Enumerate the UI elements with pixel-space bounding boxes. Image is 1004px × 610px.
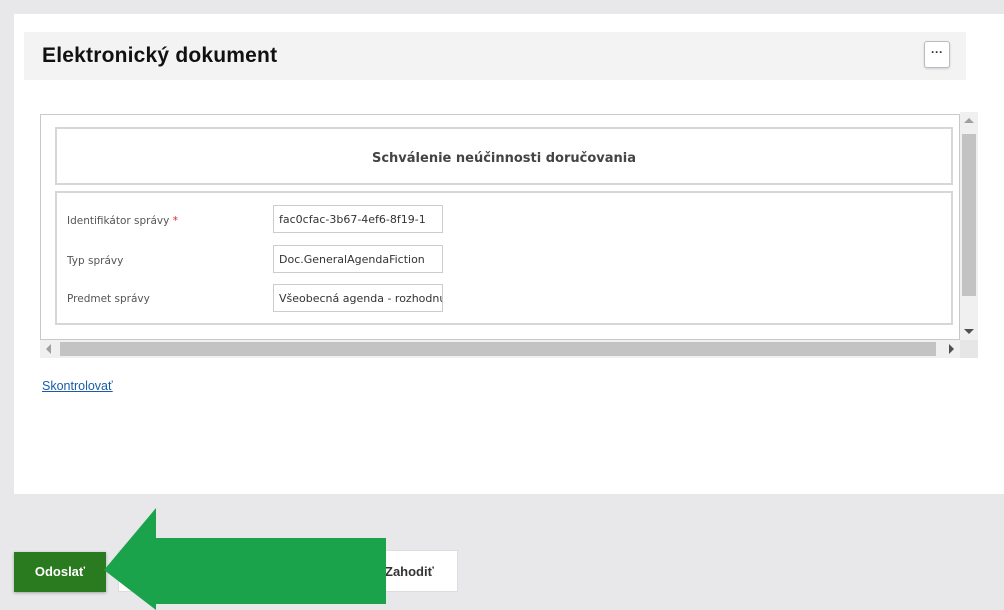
send-button[interactable]: Odoslať: [14, 552, 106, 592]
document-header: Elektronický dokument ···: [24, 32, 966, 80]
horizontal-scrollbar[interactable]: [40, 340, 960, 358]
scroll-up-icon[interactable]: [964, 118, 974, 123]
field-label-type: Typ správy: [67, 255, 124, 267]
identifier-field[interactable]: fac0cfac-3b67-4ef6-8f19-1: [273, 205, 443, 233]
scrollbar-corner: [960, 340, 978, 358]
field-label-identifier: Identifikátor správy *: [67, 215, 178, 227]
top-strip: [0, 0, 1004, 14]
form-title: Schválenie neúčinnosti doručovania: [371, 151, 637, 166]
fields-box: Identifikátor správy * fac0cfac-3b67-4ef…: [55, 191, 953, 325]
form-title-box: Schválenie neúčinnosti doručovania: [55, 127, 953, 185]
required-marker: *: [172, 215, 178, 227]
form-canvas: Schválenie neúčinnosti doručovania Ident…: [40, 114, 960, 340]
field-label-subject: Predmet správy: [67, 293, 150, 305]
check-link[interactable]: Skontrolovať: [42, 379, 113, 393]
scroll-left-icon[interactable]: [46, 344, 51, 354]
vertical-scrollbar[interactable]: [960, 112, 978, 340]
arrow-shape: [104, 508, 386, 610]
vertical-scroll-thumb[interactable]: [962, 134, 976, 296]
form-viewer: Schválenie neúčinnosti doručovania Ident…: [40, 112, 978, 364]
subject-field[interactable]: Všeobecná agenda - rozhodnutie: [273, 284, 443, 312]
more-options-button[interactable]: ···: [924, 41, 950, 68]
scroll-down-icon[interactable]: [964, 329, 974, 334]
scroll-right-icon[interactable]: [949, 344, 954, 354]
type-field[interactable]: Doc.GeneralAgendaFiction: [273, 245, 443, 273]
discard-label: Zahodiť: [385, 564, 434, 579]
pointer-arrow-icon: [104, 508, 386, 610]
horizontal-scroll-thumb[interactable]: [60, 342, 936, 356]
document-title: Elektronický dokument: [42, 44, 278, 67]
